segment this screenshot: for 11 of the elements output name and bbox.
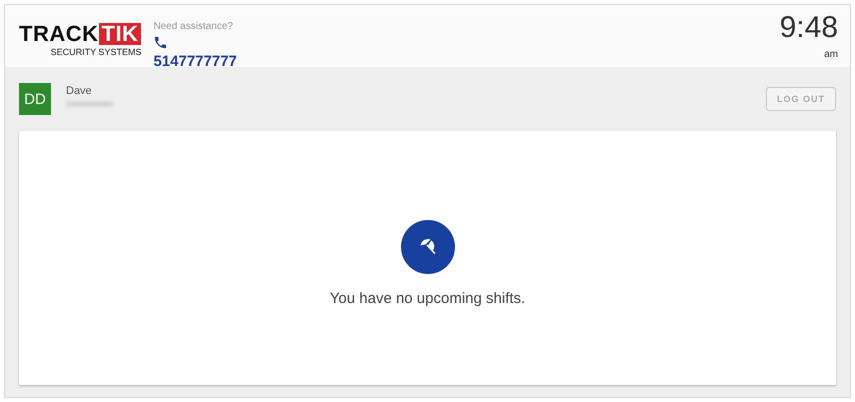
phone-number[interactable]: 5147777777 (153, 53, 237, 70)
phone-icon (153, 35, 168, 50)
empty-state-message: You have no upcoming shifts. (330, 290, 526, 306)
logo-text: TRACK (19, 23, 98, 45)
assistance-label: Need assistance? (153, 21, 234, 32)
logo-tagline: SECURITY SYSTEMS (50, 47, 142, 57)
clock-time: 9:48 (780, 11, 838, 45)
user-avatar: DD (19, 83, 51, 115)
user-name: Dave (66, 85, 93, 97)
clock-period: am (824, 49, 838, 60)
logo-text: TIK (98, 23, 142, 45)
